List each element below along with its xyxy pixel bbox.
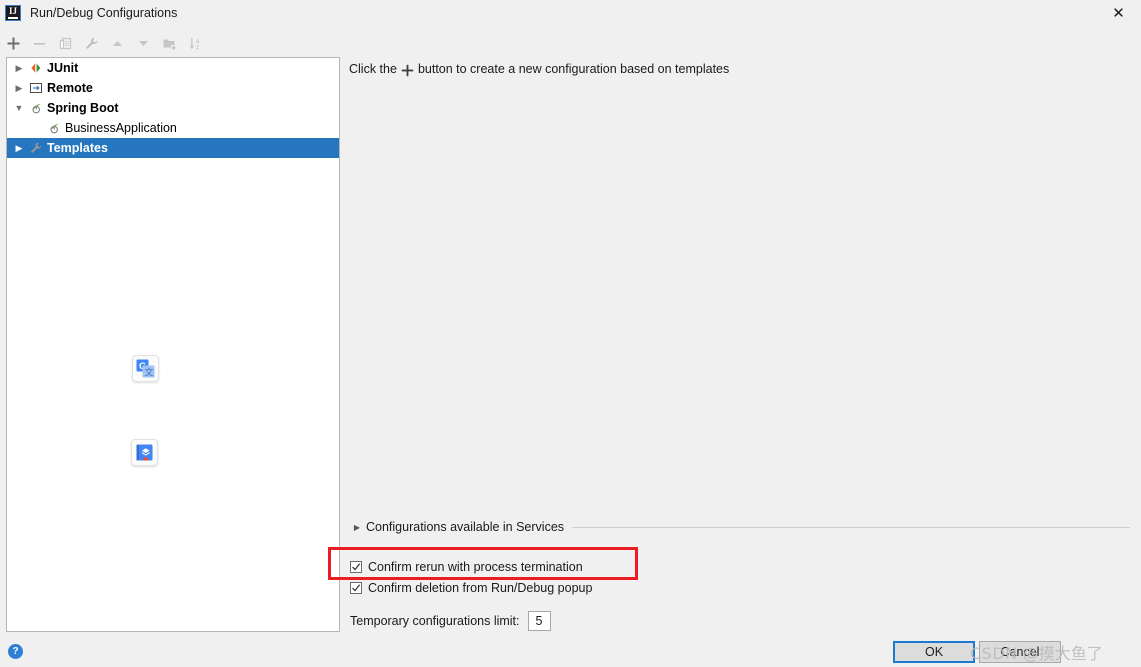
wrench-icon xyxy=(27,140,45,156)
svg-text:文: 文 xyxy=(145,367,154,379)
copy-icon xyxy=(59,37,71,50)
svg-text:z: z xyxy=(196,45,199,51)
configuration-toolbar: a z xyxy=(0,30,340,57)
arrow-up-icon xyxy=(112,41,122,46)
remove-configuration-button[interactable] xyxy=(26,31,52,57)
checkbox-checked-icon[interactable] xyxy=(350,582,362,594)
configurations-tree[interactable]: ▶ JUnit ▶ Remote ▼ Spring Boot BusinessA… xyxy=(6,57,340,632)
chevron-right-icon[interactable]: ▶ xyxy=(11,140,27,156)
tree-item-businessapplication[interactable]: ▶ BusinessApplication xyxy=(7,118,339,138)
checkbox-checked-icon[interactable] xyxy=(350,561,362,573)
hint-text-after: button to create a new configuration bas… xyxy=(417,62,730,76)
confirm-rerun-checkbox[interactable]: Confirm rerun with process termination xyxy=(350,560,583,574)
junit-icon xyxy=(27,60,45,76)
services-section-label: Configurations available in Services xyxy=(366,520,565,534)
plus-icon xyxy=(7,37,19,50)
edit-templates-button[interactable] xyxy=(78,31,104,57)
services-section-header[interactable]: ▶ Configurations available in Services xyxy=(350,518,1130,536)
remote-icon xyxy=(27,80,45,96)
wrench-icon xyxy=(85,37,97,49)
tree-item-label: BusinessApplication xyxy=(65,121,177,135)
hint-text-before: Click the xyxy=(349,62,397,76)
run-debug-configurations-dialog: IJ Run/Debug Configurations ✕ a z ▶ JUni… xyxy=(0,0,1141,667)
temporary-configurations-limit-label: Temporary configurations limit: xyxy=(350,614,520,628)
chevron-right-icon[interactable]: ▶ xyxy=(11,60,27,76)
copy-configuration-button[interactable] xyxy=(52,31,78,57)
move-up-button[interactable] xyxy=(104,31,130,57)
minus-icon xyxy=(33,43,45,45)
google-translate-icon[interactable]: G 文 xyxy=(132,355,159,382)
ok-button[interactable]: OK xyxy=(893,641,975,663)
cancel-button[interactable]: Cancel xyxy=(979,641,1061,663)
add-configuration-button[interactable] xyxy=(0,31,26,57)
tree-item-label: Remote xyxy=(47,81,93,95)
tree-item-label: JUnit xyxy=(47,61,79,75)
intellij-idea-icon: IJ xyxy=(5,4,21,21)
chevron-down-icon[interactable]: ▼ xyxy=(11,100,27,116)
confirm-deletion-checkbox[interactable]: Confirm deletion from Run/Debug popup xyxy=(350,581,592,595)
temporary-configurations-limit-input[interactable] xyxy=(527,611,551,631)
close-icon[interactable]: ✕ xyxy=(1096,0,1141,25)
tree-item-junit[interactable]: ▶ JUnit xyxy=(7,58,339,78)
plus-icon xyxy=(401,64,414,77)
spring-boot-icon xyxy=(27,100,45,116)
tree-item-label: Spring Boot xyxy=(47,101,119,115)
sort-az-icon: a z xyxy=(189,38,200,51)
folder-add-icon xyxy=(163,39,176,50)
empty-state-hint: Click the button to create a new configu… xyxy=(349,62,729,76)
new-folder-button[interactable] xyxy=(156,31,182,57)
temporary-configurations-limit-row: Temporary configurations limit: xyxy=(350,611,551,631)
checkbox-label: Confirm deletion from Run/Debug popup xyxy=(368,581,593,595)
spring-boot-icon xyxy=(45,120,63,136)
dictionary-book-icon[interactable] xyxy=(131,439,158,466)
tree-item-label: Templates xyxy=(47,141,108,155)
triangle-right-icon[interactable]: ▶ xyxy=(350,520,364,534)
move-down-button[interactable] xyxy=(130,31,156,57)
arrow-down-icon xyxy=(138,41,148,46)
section-divider xyxy=(572,527,1130,528)
checkbox-label: Confirm rerun with process termination xyxy=(368,560,583,574)
title-bar: IJ Run/Debug Configurations ✕ xyxy=(0,0,1141,25)
chevron-right-icon[interactable]: ▶ xyxy=(11,80,27,96)
sort-configurations-button[interactable]: a z xyxy=(182,31,208,57)
help-button[interactable]: ? xyxy=(8,644,23,659)
page-title: Run/Debug Configurations xyxy=(30,5,178,20)
tree-item-remote[interactable]: ▶ Remote xyxy=(7,78,339,98)
tree-item-spring-boot[interactable]: ▼ Spring Boot xyxy=(7,98,339,118)
tree-item-templates[interactable]: ▶ Templates xyxy=(7,138,339,158)
